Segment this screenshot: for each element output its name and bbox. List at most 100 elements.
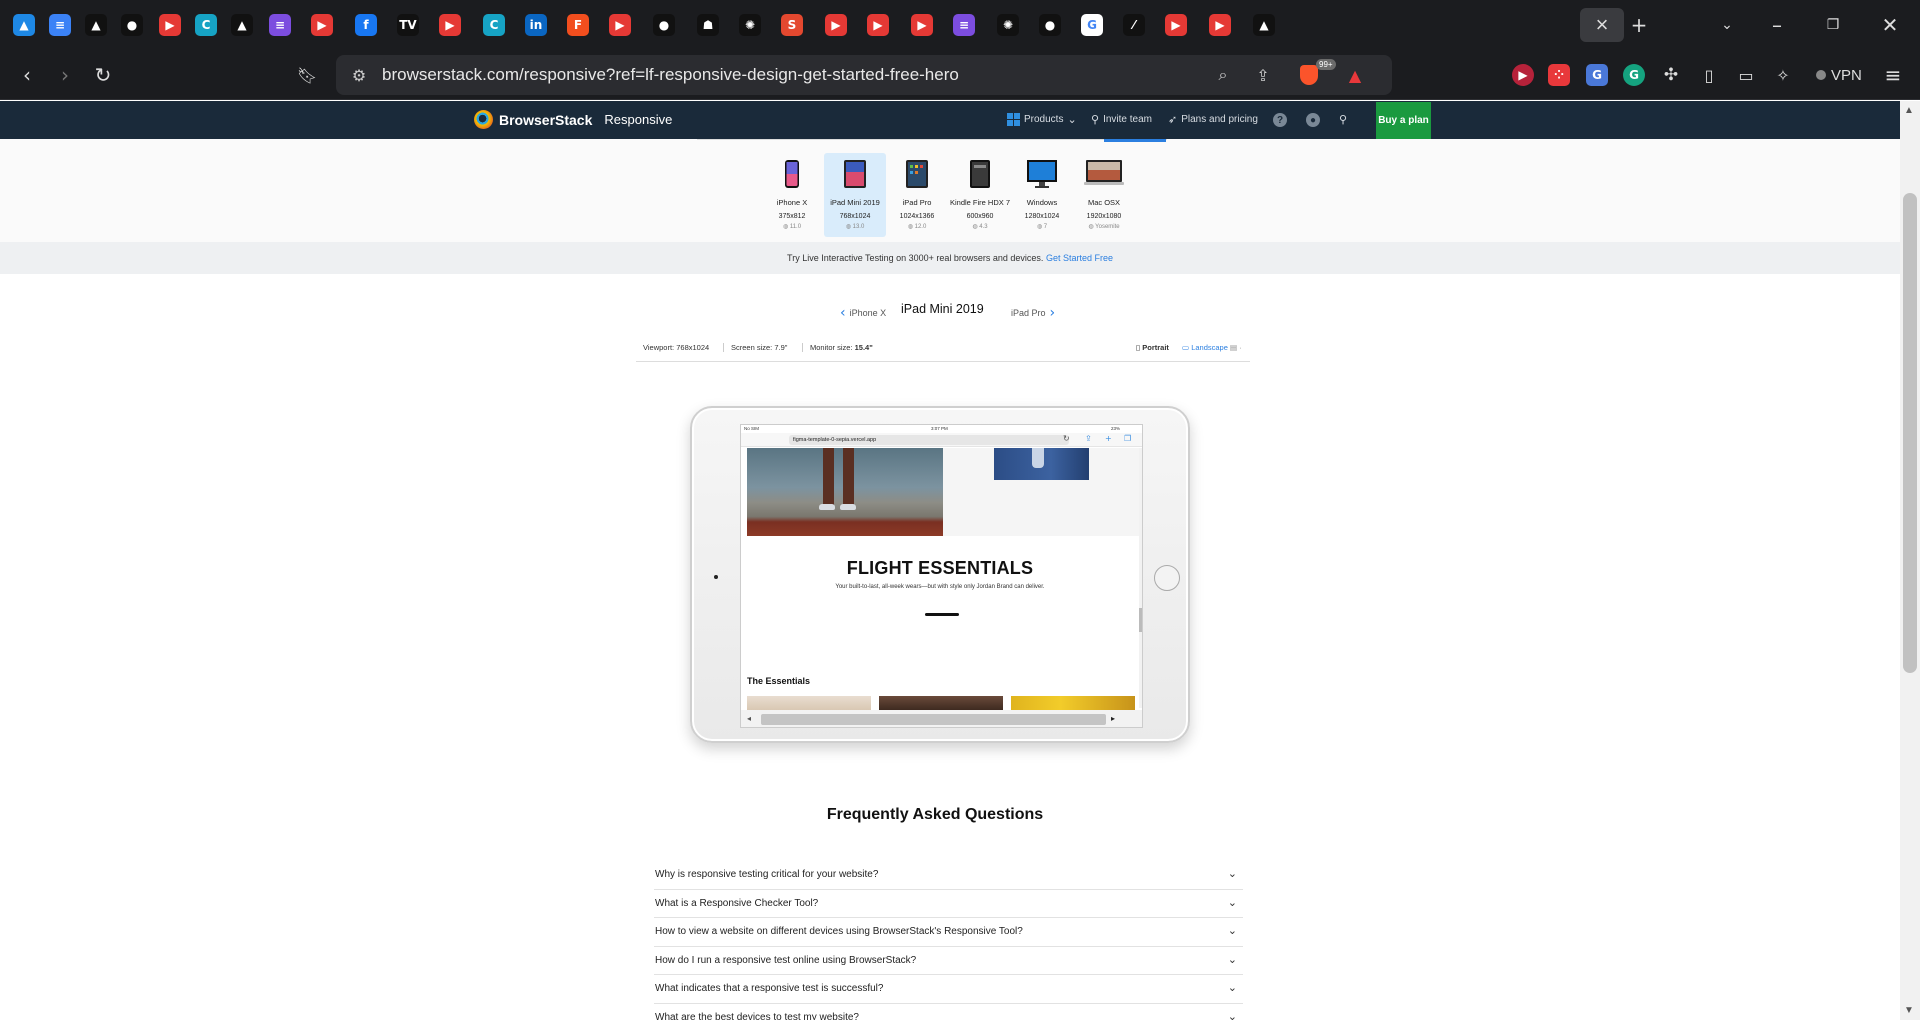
faq-item[interactable]: How to view a website on different devic… [654, 918, 1243, 947]
browser-tab[interactable]: TV [390, 8, 426, 42]
faq-item[interactable]: What is a Responsive Checker Tool? ⌄ [654, 890, 1243, 918]
browser-tab[interactable]: F [560, 8, 596, 42]
browser-tab[interactable]: ▶ [860, 8, 896, 42]
sidebar-icon[interactable]: ▯ [1698, 64, 1720, 86]
browser-tab[interactable]: f [348, 8, 384, 42]
url-text[interactable]: browserstack.com/responsive?ref=lf-respo… [382, 65, 959, 85]
browser-tab[interactable]: ▶ [818, 8, 854, 42]
active-tab[interactable]: × [1580, 8, 1624, 42]
browser-tab[interactable]: ✺ [732, 8, 768, 42]
minimize-icon[interactable]: – [1762, 10, 1792, 40]
tab-search-chevron-icon[interactable]: ⌄ [1712, 10, 1742, 40]
landscape-toggle[interactable]: ▭ Landscape [1182, 343, 1228, 352]
reload-icon[interactable]: ↻ [1063, 434, 1070, 443]
device-card[interactable]: Kindle Fire HDX 7 600x960 ◍ 4.3 [949, 153, 1011, 237]
tabs-icon[interactable]: ❐ [1124, 434, 1131, 443]
faq-item[interactable]: What are the best devices to test my web… [654, 1004, 1243, 1020]
more-options-icon[interactable]: ▤ · [1230, 343, 1242, 352]
get-started-free-link[interactable]: Get Started Free [1046, 253, 1113, 263]
browser-tab[interactable]: ⁄ [1116, 8, 1152, 42]
address-bar[interactable]: ⚙ browserstack.com/responsive?ref=lf-res… [336, 55, 1392, 95]
zoom-icon[interactable]: ⌕ [1212, 64, 1234, 86]
reload-icon[interactable]: ↻ [88, 60, 118, 90]
product-thumbnail[interactable] [747, 696, 871, 710]
bookmark-icon[interactable]: 🔖︎ [292, 60, 322, 90]
scroll-up-icon[interactable]: ▲ [1904, 105, 1914, 116]
browser-tab[interactable]: ≡ [42, 8, 78, 42]
faq-item[interactable]: How do I run a responsive test online us… [654, 947, 1243, 975]
safari-url-field[interactable]: figma-template-0-sepia.vercel.app [789, 435, 1069, 445]
browserstack-logo[interactable]: BrowserStack Responsive [474, 110, 672, 129]
extension-record-icon[interactable]: ▶ [1512, 64, 1534, 86]
browser-tab[interactable]: ▲ [1246, 8, 1282, 42]
account-icon[interactable]: ● [1306, 113, 1320, 127]
device-card[interactable]: iPhone X 375x812 ◍ 11.0 [761, 153, 823, 237]
browser-tab[interactable]: ☗ [690, 8, 726, 42]
share-icon[interactable]: ⇪ [1085, 434, 1092, 443]
back-icon[interactable]: ‹ [12, 60, 42, 90]
restore-icon[interactable]: ❐ [1818, 10, 1848, 40]
browser-tab[interactable]: ≡ [262, 8, 298, 42]
nav-products[interactable]: Products ⌄ [1007, 113, 1077, 126]
faq-item[interactable]: What indicates that a responsive test is… [654, 975, 1243, 1004]
close-window-icon[interactable]: ✕ [1875, 10, 1905, 40]
browser-tab[interactable]: ▶ [1202, 8, 1238, 42]
browser-tab[interactable]: ✺ [990, 8, 1026, 42]
next-device-link[interactable]: iPad Pro › [1011, 305, 1055, 321]
browser-tab[interactable]: in [518, 8, 554, 42]
scroll-thumb[interactable] [1139, 608, 1142, 632]
device-card[interactable]: Windows 1280x1024 ◍ 7 [1011, 153, 1073, 237]
screen-vertical-scrollbar[interactable] [1139, 448, 1142, 708]
extensions-puzzle-icon[interactable]: ✣ [1660, 64, 1682, 86]
browser-tab[interactable]: ● [646, 8, 682, 42]
browser-tab[interactable]: ≡ [946, 8, 982, 42]
browser-tab[interactable]: ▲ [78, 8, 114, 42]
scroll-thumb[interactable] [761, 714, 1106, 725]
device-card[interactable]: iPad Mini 2019 768x1024 ◍ 13.0 [824, 153, 886, 237]
scroll-right-icon[interactable]: ▸ [1111, 714, 1115, 723]
browser-tab[interactable]: ● [114, 8, 150, 42]
browser-tab[interactable]: ● [1032, 8, 1068, 42]
search-icon[interactable]: ⚲ [1339, 113, 1347, 126]
page-scrollbar[interactable]: ▲ ▼ [1900, 101, 1920, 1020]
browser-tab[interactable]: ▶ [1158, 8, 1194, 42]
buy-plan-button[interactable]: Buy a plan [1376, 102, 1431, 139]
new-tab-icon[interactable]: + [1105, 434, 1112, 443]
prev-device-link[interactable]: ‹ iPhone X [840, 305, 886, 321]
browser-tab[interactable]: C [476, 8, 512, 42]
product-thumbnail[interactable] [1011, 696, 1135, 710]
menu-icon[interactable]: ≡ [1878, 60, 1908, 90]
device-card[interactable]: iPad Pro 1024x1366 ◍ 12.0 [886, 153, 948, 237]
ipad-screen[interactable]: No SIM 3:07 PM 23% figma-template-0-sepi… [740, 424, 1143, 728]
product-thumbnail[interactable] [879, 696, 1003, 710]
faq-item[interactable]: Why is responsive testing critical for y… [654, 861, 1243, 890]
browser-tab[interactable]: S [774, 8, 810, 42]
browser-tab[interactable]: ▶ [304, 8, 340, 42]
portrait-toggle[interactable]: ▯ Portrait [1136, 343, 1169, 352]
screen-horizontal-scrollbar[interactable]: ◂ ▸ [741, 710, 1142, 727]
browser-tab[interactable]: ▶ [432, 8, 468, 42]
browser-tab[interactable]: ▶ [904, 8, 940, 42]
brave-rewards-icon[interactable]: ▲ [1344, 64, 1366, 86]
vpn-button[interactable]: VPN [1810, 62, 1868, 88]
browser-tab[interactable]: ▲ [224, 8, 260, 42]
translate-icon[interactable]: G [1586, 64, 1608, 86]
new-tab-icon[interactable]: + [1624, 10, 1654, 40]
forward-icon[interactable]: › [50, 60, 80, 90]
nav-invite-team[interactable]: ⚲ Invite team [1091, 113, 1152, 126]
wallet-icon[interactable]: ▭ [1735, 64, 1757, 86]
browser-tab[interactable]: ▶ [152, 8, 188, 42]
close-tab-icon[interactable]: × [1596, 12, 1609, 38]
scroll-left-icon[interactable]: ◂ [747, 714, 751, 723]
browser-tab[interactable]: G [1074, 8, 1110, 42]
browser-tab[interactable]: C [188, 8, 224, 42]
help-icon[interactable]: ? [1273, 113, 1287, 127]
browser-tab[interactable]: ▲ [6, 8, 42, 42]
scroll-down-icon[interactable]: ▼ [1904, 1005, 1914, 1016]
device-card[interactable]: Mac OSX 1920x1080 ◍ Yosemite [1073, 153, 1135, 237]
nav-plans-pricing[interactable]: ➶ Plans and pricing [1168, 113, 1258, 126]
site-info-icon[interactable]: ⚙ [348, 64, 370, 86]
leo-ai-icon[interactable]: ✧ [1772, 64, 1794, 86]
share-icon[interactable]: ⇪ [1252, 64, 1274, 86]
browser-tab[interactable]: ▶ [602, 8, 638, 42]
